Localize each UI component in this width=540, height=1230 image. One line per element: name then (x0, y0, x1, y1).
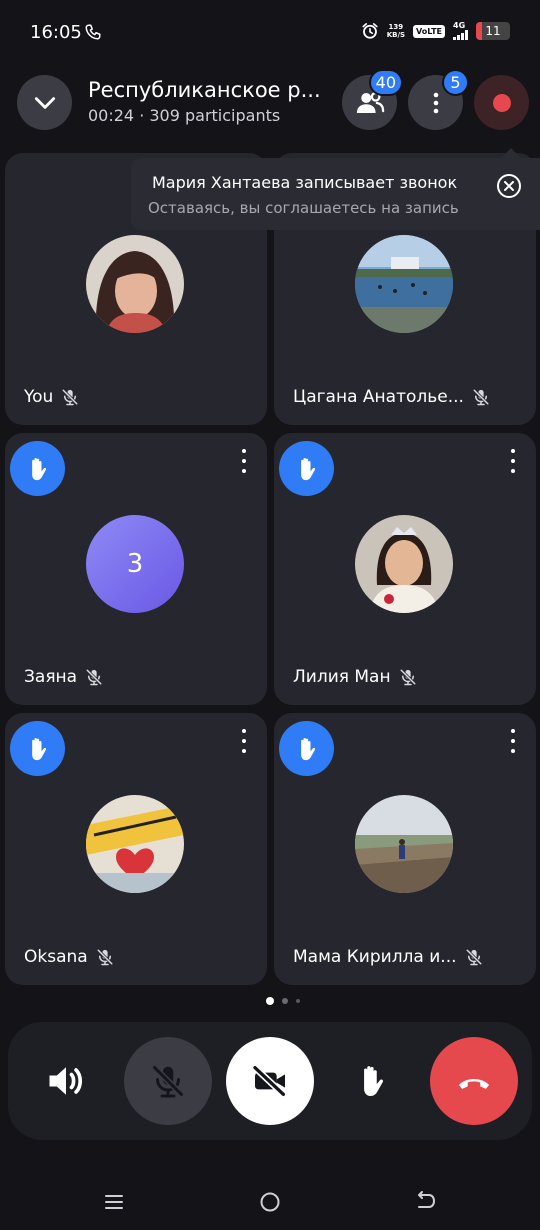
call-subtitle: 00:24 · 309 participants (88, 106, 281, 125)
participant-tile[interactable]: Лилия Ман (274, 433, 536, 705)
raised-hand-badge (279, 441, 334, 496)
record-button[interactable] (474, 75, 529, 130)
call-controls (8, 1022, 532, 1140)
back-button[interactable] (414, 1190, 438, 1214)
alarm-icon (362, 23, 378, 39)
end-call-button[interactable] (430, 1037, 518, 1125)
chevron-down-icon (34, 96, 55, 109)
raise-hand-icon (300, 457, 315, 480)
tile-menu-button[interactable] (508, 449, 518, 473)
system-nav-bar (0, 1175, 540, 1230)
battery-icon: 11 (476, 22, 510, 40)
avatar (355, 795, 453, 893)
speaker-button[interactable] (22, 1037, 110, 1125)
signal-icon: 4G (453, 22, 468, 40)
status-bar: 16:05 139 KB/S VoLTE 4G 11 (0, 0, 540, 66)
raised-hand-badge (10, 721, 65, 776)
mic-off-icon (465, 949, 482, 966)
camera-off-icon (252, 1065, 286, 1097)
avatar (86, 235, 184, 333)
volte-badge: VoLTE (413, 24, 445, 38)
more-vertical-icon (433, 92, 438, 113)
close-icon (504, 181, 514, 191)
participant-tile[interactable]: 3 Заяна (5, 433, 267, 705)
raise-hand-icon (364, 1066, 384, 1097)
raise-hand-icon (300, 737, 315, 760)
tile-menu-button[interactable] (239, 729, 249, 753)
participant-name: Oksana (24, 947, 88, 967)
recording-notice-title: Мария Хантаева записывает звонок (152, 173, 458, 192)
raised-hand-badge (279, 721, 334, 776)
participant-tile[interactable]: Oksana (5, 713, 267, 985)
tile-menu-button[interactable] (239, 449, 249, 473)
raised-hand-badge (10, 441, 65, 496)
mic-off-icon (62, 389, 79, 406)
network-speed: 139 KB/S (386, 23, 406, 39)
raise-hand-button[interactable] (328, 1037, 416, 1125)
battery-level: 11 (485, 24, 501, 38)
recent-apps-button[interactable] (102, 1190, 126, 1214)
menu-icon (105, 1195, 123, 1209)
call-header: Республиканское р... 00:24 · 309 partici… (0, 69, 540, 140)
avatar (86, 795, 184, 893)
tile-menu-button[interactable] (508, 729, 518, 753)
mic-off-icon (86, 669, 102, 686)
call-title: Республиканское р... (88, 78, 321, 102)
participants-button[interactable]: 40 (342, 69, 403, 130)
mic-off-icon (152, 1065, 184, 1098)
camera-toggle-button[interactable] (226, 1037, 314, 1125)
avatar-initial: 3 (86, 515, 184, 613)
participant-tile[interactable]: Мама Кирилла и... (274, 713, 536, 985)
home-circle-icon (260, 1192, 280, 1212)
raise-hand-icon (31, 737, 46, 760)
record-icon (492, 93, 511, 112)
raise-hand-icon (31, 457, 46, 480)
page-dot-active[interactable] (266, 997, 274, 1005)
back-icon (418, 1191, 435, 1208)
participant-name: Заяна (24, 667, 78, 687)
avatar (355, 235, 453, 333)
mic-off-icon (399, 669, 416, 686)
collapse-button[interactable] (17, 75, 72, 130)
end-call-icon (458, 1079, 490, 1089)
mic-off-icon (473, 389, 489, 406)
participants-count-badge: 40 (368, 69, 403, 96)
page-dot[interactable] (282, 998, 288, 1004)
participant-name: Лилия Ман (293, 667, 391, 687)
avatar (355, 515, 453, 613)
participant-name: You (24, 387, 54, 407)
status-time: 16:05 (30, 22, 82, 43)
status-icons: 139 KB/S VoLTE 4G 11 (361, 22, 510, 40)
more-count-badge: 5 (442, 69, 469, 96)
recording-notice: Мария Хантаева записывает звонок Оставая… (131, 148, 540, 230)
mic-toggle-button[interactable] (124, 1037, 212, 1125)
close-notice-button[interactable] (497, 174, 521, 198)
mic-off-icon (96, 949, 113, 966)
page-indicator[interactable] (266, 997, 300, 1005)
participant-name: Мама Кирилла и... (293, 947, 457, 967)
recording-notice-subtitle: Оставаясь, вы соглашаетесь на запись (148, 199, 459, 217)
participant-name: Цагана Анатолье... (293, 387, 464, 407)
more-button[interactable]: 5 (408, 69, 469, 130)
home-button[interactable] (258, 1190, 282, 1214)
phone-icon (85, 24, 101, 40)
page-dot[interactable] (296, 999, 300, 1003)
speaker-icon (49, 1067, 83, 1095)
